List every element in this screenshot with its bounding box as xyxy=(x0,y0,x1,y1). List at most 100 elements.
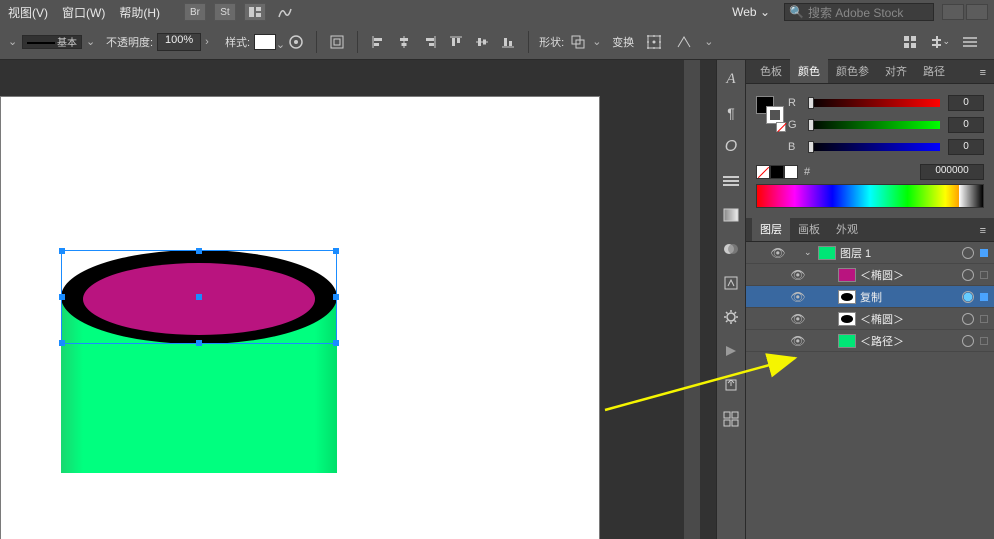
menu-window[interactable]: 窗口(W) xyxy=(62,4,105,21)
layer-name[interactable]: 复制 xyxy=(860,289,958,305)
visibility-toggle-icon[interactable]: 👁 xyxy=(790,312,806,326)
align-top-icon[interactable] xyxy=(446,32,466,52)
isolate-icon[interactable] xyxy=(327,32,347,52)
stroke-profile-select[interactable]: 基本 xyxy=(22,35,82,49)
layer-name[interactable]: 图层 1 xyxy=(840,245,958,261)
window-minimize-button[interactable] xyxy=(942,4,964,20)
color-none-icon[interactable] xyxy=(756,165,770,179)
symbols-panel-icon[interactable] xyxy=(720,272,742,294)
align-left-icon[interactable] xyxy=(368,32,388,52)
control-bar: ⌄ 基本 ⌄ 不透明度: 100% › 样式: ⌄ 形状: ⌄ 变换 xyxy=(0,24,994,60)
b-slider[interactable] xyxy=(808,143,940,151)
target-icon[interactable] xyxy=(962,291,974,303)
search-stock-input[interactable]: 🔍 搜索 Adobe Stock xyxy=(784,3,934,21)
export-panel-icon[interactable] xyxy=(720,374,742,396)
chevron-down-icon[interactable]: ⌄ xyxy=(8,35,18,48)
layer-thumb-icon xyxy=(838,268,856,282)
artboard[interactable] xyxy=(0,96,600,539)
tab-layers[interactable]: 图层 xyxy=(752,217,790,241)
tab-color-guide[interactable]: 颜色参 xyxy=(828,59,877,83)
opacity-input[interactable]: 100% xyxy=(157,33,201,51)
workspace-switcher[interactable]: Web ⌄ xyxy=(726,5,776,19)
selection-indicator[interactable] xyxy=(980,293,988,301)
target-icon[interactable] xyxy=(962,247,974,259)
selection-indicator[interactable] xyxy=(980,271,988,279)
target-icon[interactable] xyxy=(962,335,974,347)
play-icon[interactable] xyxy=(720,340,742,362)
layer-row-item-selected[interactable]: 👁 复制 xyxy=(746,286,994,308)
color-spectrum[interactable] xyxy=(756,184,984,208)
panel-menu-icon[interactable]: ≡ xyxy=(972,221,994,241)
collapsed-panel-dock: A ¶ O xyxy=(716,60,746,539)
layer-name[interactable]: ＜椭圆＞ xyxy=(860,267,958,283)
panel-menu-icon[interactable]: ≡ xyxy=(972,63,994,83)
align-right-icon[interactable] xyxy=(420,32,440,52)
hex-input[interactable]: 000000 xyxy=(920,164,984,180)
none-swatch-icon[interactable] xyxy=(776,122,786,132)
scale-strokes-icon[interactable] xyxy=(674,32,694,52)
align-hcenter-icon[interactable] xyxy=(394,32,414,52)
canvas[interactable] xyxy=(0,60,716,539)
paragraph-panel-icon[interactable]: ¶ xyxy=(720,102,742,124)
recolor-icon[interactable] xyxy=(286,32,306,52)
transform-label[interactable]: 变换 xyxy=(612,34,634,50)
layer-row-item[interactable]: 👁 ＜椭圆＞ xyxy=(746,308,994,330)
target-icon[interactable] xyxy=(962,313,974,325)
chevron-right-icon[interactable]: › xyxy=(205,36,215,48)
layer-row-item[interactable]: 👁 ＜椭圆＞ xyxy=(746,264,994,286)
brush-panel-icon[interactable]: O xyxy=(720,136,742,158)
color-white-icon[interactable] xyxy=(784,165,798,179)
b-value-input[interactable]: 0 xyxy=(948,139,984,155)
tab-pathfinder[interactable]: 路径 xyxy=(915,59,953,83)
r-slider[interactable] xyxy=(808,99,940,107)
gpu-icon[interactable] xyxy=(274,3,296,21)
bridge-icon[interactable]: Br xyxy=(184,3,206,21)
canvas-vertical-scrollbar[interactable] xyxy=(684,60,700,539)
stroke-panel-icon[interactable] xyxy=(720,170,742,192)
twisty-open-icon[interactable]: ⌄ xyxy=(804,247,814,258)
right-panel-column: 色板 颜色 颜色参 对齐 路径 ≡ R 0 xyxy=(746,60,994,539)
tab-align[interactable]: 对齐 xyxy=(877,59,915,83)
visibility-toggle-icon[interactable]: 👁 xyxy=(790,290,806,304)
menu-help[interactable]: 帮助(H) xyxy=(119,4,160,21)
menu-view[interactable]: 视图(V) xyxy=(8,4,48,21)
layer-row-root[interactable]: 👁 ⌄ 图层 1 xyxy=(746,242,994,264)
selection-indicator[interactable] xyxy=(980,249,988,257)
list-icon[interactable] xyxy=(960,32,980,52)
layer-row-item[interactable]: 👁 ＜路径＞ xyxy=(746,330,994,352)
graphic-style-select[interactable]: ⌄ xyxy=(254,34,276,50)
type-panel-icon[interactable]: A xyxy=(720,68,742,90)
tab-swatches[interactable]: 色板 xyxy=(752,59,790,83)
gear-panel-icon[interactable] xyxy=(720,306,742,328)
arrange-docs-icon[interactable] xyxy=(244,3,266,21)
reference-point-icon[interactable] xyxy=(644,32,664,52)
stock-icon[interactable]: St xyxy=(214,3,236,21)
align-bottom-icon[interactable] xyxy=(498,32,518,52)
align-vcenter-icon[interactable] xyxy=(472,32,492,52)
selection-bounding-box[interactable] xyxy=(61,250,337,344)
grid-icon[interactable] xyxy=(900,32,920,52)
color-panel-tabs: 色板 颜色 颜色参 对齐 路径 ≡ xyxy=(746,60,994,84)
preferences-icon[interactable]: ⌄ xyxy=(930,32,950,52)
fill-stroke-indicator[interactable] xyxy=(756,96,784,124)
shape-mode-icon[interactable] xyxy=(568,32,588,52)
layer-name[interactable]: ＜路径＞ xyxy=(860,333,958,349)
target-icon[interactable] xyxy=(962,269,974,281)
visibility-toggle-icon[interactable]: 👁 xyxy=(770,246,786,260)
selection-indicator[interactable] xyxy=(980,337,988,345)
tab-artboards[interactable]: 画板 xyxy=(790,217,828,241)
grid-panel-icon[interactable] xyxy=(720,408,742,430)
color-black-icon[interactable] xyxy=(770,165,784,179)
r-value-input[interactable]: 0 xyxy=(948,95,984,111)
gradient-panel-icon[interactable] xyxy=(720,204,742,226)
tab-color[interactable]: 颜色 xyxy=(790,59,828,83)
visibility-toggle-icon[interactable]: 👁 xyxy=(790,268,806,282)
g-value-input[interactable]: 0 xyxy=(948,117,984,133)
transparency-panel-icon[interactable] xyxy=(720,238,742,260)
window-restore-button[interactable] xyxy=(966,4,988,20)
visibility-toggle-icon[interactable]: 👁 xyxy=(790,334,806,348)
tab-appearance[interactable]: 外观 xyxy=(828,217,866,241)
layer-name[interactable]: ＜椭圆＞ xyxy=(860,311,958,327)
selection-indicator[interactable] xyxy=(980,315,988,323)
g-slider[interactable] xyxy=(808,121,940,129)
